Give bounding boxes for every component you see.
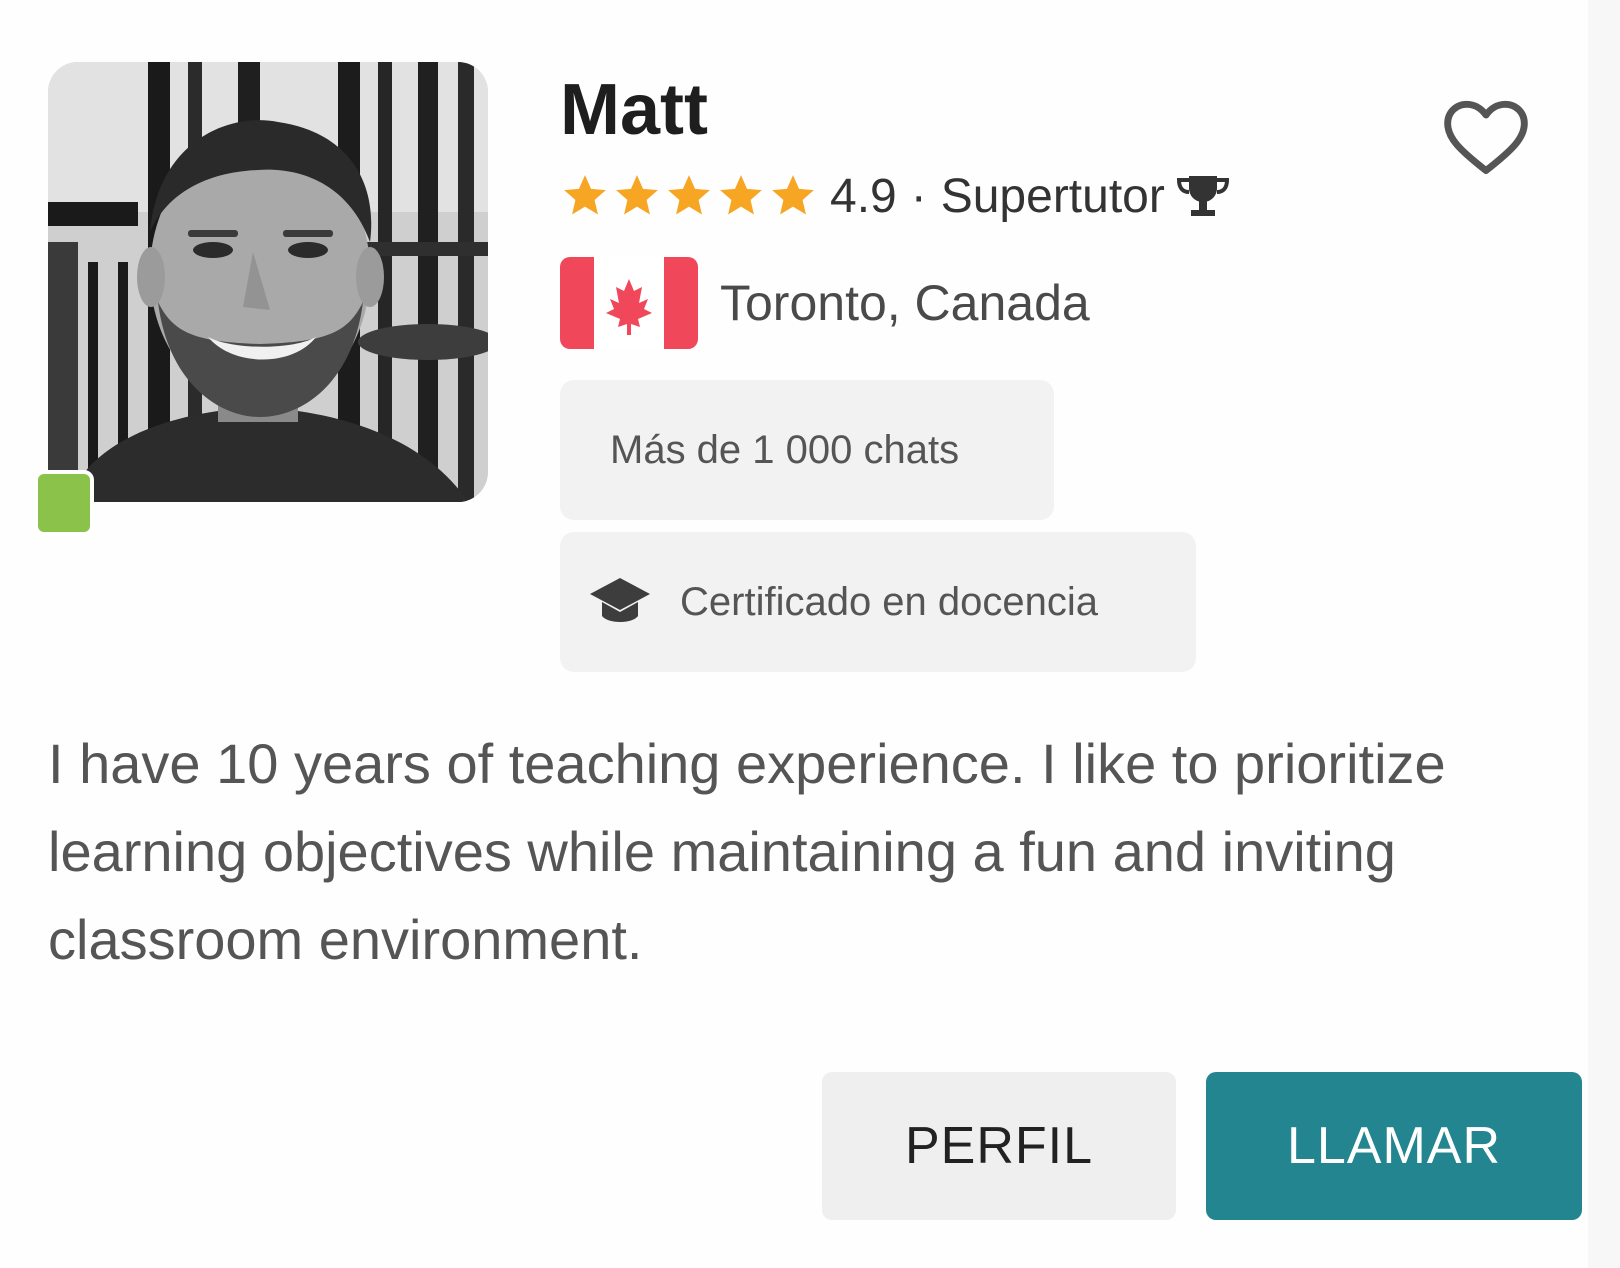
profile-button[interactable]: PERFIL: [822, 1072, 1176, 1220]
online-status-indicator: [34, 470, 94, 536]
rating-row: 4.9 · Supertutor: [560, 166, 1231, 226]
heart-outline-icon[interactable]: [1440, 92, 1532, 184]
star-icon: [772, 175, 814, 215]
tutor-bio: I have 10 years of teaching experience. …: [48, 732, 1446, 971]
star-icon: [668, 175, 710, 215]
star-icon: [616, 175, 658, 215]
call-button[interactable]: LLAMAR: [1206, 1072, 1582, 1220]
trophy-icon: [1176, 176, 1229, 216]
star-icon: [564, 175, 606, 215]
star-icon: [720, 175, 762, 215]
certification-chip: Certificado en docencia: [560, 532, 1196, 672]
chats-count-chip: Más de 1 000 chats: [560, 380, 1054, 520]
location-text: Toronto, Canada: [720, 275, 1090, 331]
page-edge: [1588, 0, 1620, 1268]
avatar-container: [34, 62, 488, 536]
graduation-cap-icon: [590, 578, 650, 622]
supertutor-badge: Supertutor: [940, 169, 1165, 223]
canada-flag-icon: [560, 257, 698, 349]
tutor-card: Matt 4.9 · Supertutor Toronto, Canada Má…: [0, 0, 1588, 1268]
rating-stars: [560, 171, 818, 221]
tutor-name: Matt: [560, 70, 708, 150]
rating-separator: ·: [910, 169, 927, 223]
chats-count-label: Más de 1 000 chats: [610, 427, 960, 472]
certification-label: Certificado en docencia: [680, 579, 1099, 624]
rating-value: 4.9: [830, 169, 897, 223]
avatar[interactable]: [48, 62, 488, 502]
location-row: Toronto, Canada: [560, 256, 1090, 350]
